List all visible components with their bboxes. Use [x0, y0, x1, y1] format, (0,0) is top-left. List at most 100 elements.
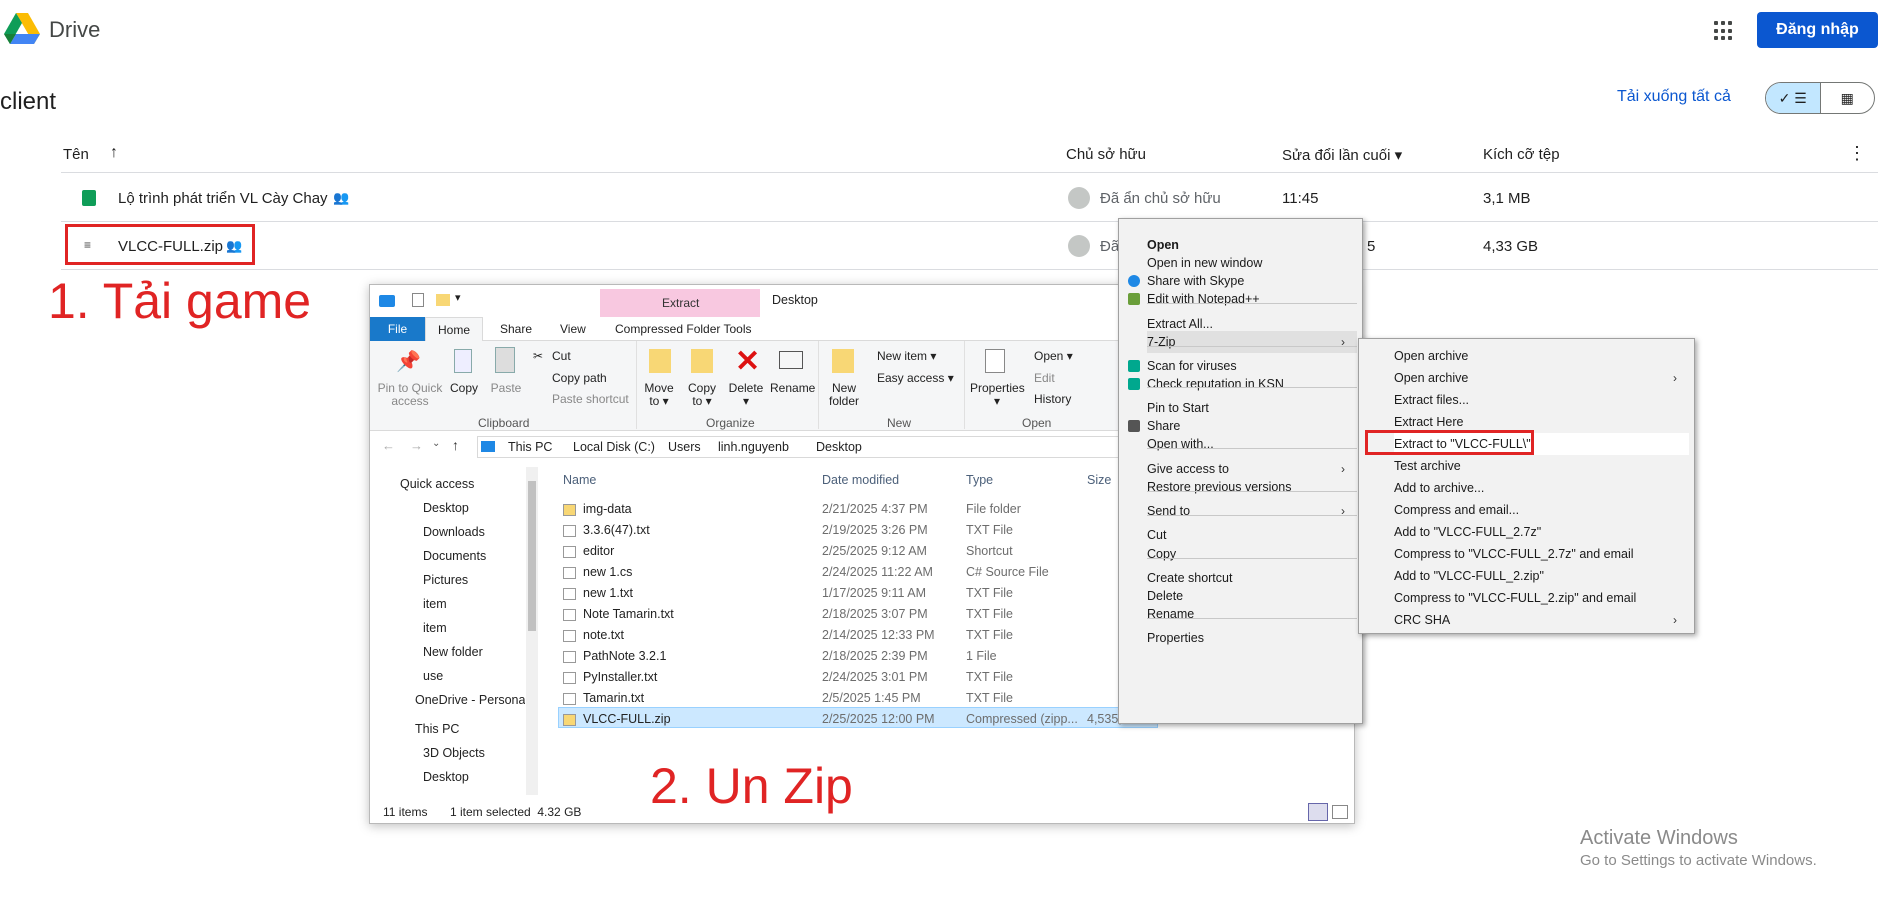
more-options-icon[interactable]: ⋮ — [1848, 143, 1866, 164]
list-view-icon[interactable]: ✓ ☰ — [1766, 83, 1821, 113]
col-date[interactable]: Date modified — [822, 473, 899, 487]
nav-this-pc[interactable]: This PC — [415, 722, 459, 736]
file-name[interactable]: VLCC-FULL.zip — [583, 712, 671, 726]
submenu-item[interactable]: Compress to "VLCC-FULL_2.7z" and email — [1394, 543, 1689, 565]
nav-quick-access[interactable]: Quick access — [400, 477, 474, 491]
tab-share[interactable]: Share — [500, 322, 532, 336]
properties-qa-icon[interactable] — [412, 293, 424, 307]
new-folder-button[interactable]: New folder — [824, 382, 864, 408]
tab-file[interactable]: File — [370, 317, 425, 341]
nav-item[interactable]: item — [423, 597, 447, 611]
submenu-item[interactable]: Test archive — [1394, 455, 1689, 477]
nav-3d-objects[interactable]: 3D Objects — [423, 746, 485, 760]
paste-button[interactable]: Paste — [488, 382, 524, 395]
nav-onedrive[interactable]: OneDrive - Personal — [415, 693, 525, 707]
details-view-icon[interactable] — [1308, 803, 1328, 821]
edit-button[interactable]: Edit — [1034, 371, 1055, 385]
context-item[interactable]: Properties — [1147, 627, 1357, 649]
login-button[interactable]: Đăng nhập — [1757, 12, 1878, 48]
grid-view-icon[interactable]: ▦ — [1821, 83, 1875, 113]
sevenzip-submenu[interactable]: Open archive Open archive › Extract files..… — [1358, 338, 1695, 634]
context-item[interactable]: Edit with Notepad++ — [1147, 288, 1357, 310]
view-toggle[interactable]: ✓ ☰ ▦ — [1765, 82, 1875, 114]
crumb[interactable]: Desktop — [816, 440, 862, 454]
context-item[interactable]: Open with... — [1147, 433, 1357, 455]
col-size[interactable]: Size — [1087, 473, 1111, 487]
drive-logo-icon[interactable] — [4, 13, 40, 45]
easy-access-button[interactable]: Easy access ▾ — [877, 371, 954, 385]
recent-dropdown-icon[interactable]: ⌄ — [432, 438, 440, 449]
file-name[interactable]: PyInstaller.txt — [583, 670, 657, 684]
crumb[interactable]: linh.nguyenb — [718, 440, 789, 454]
download-all-link[interactable]: Tải xuống tất cả — [1617, 88, 1731, 106]
context-item[interactable]: Rename — [1147, 603, 1357, 625]
file-name[interactable]: Lộ trình phát triển VL Cày Chay — [118, 190, 328, 207]
back-icon[interactable]: ← — [382, 438, 395, 453]
apps-grid-icon[interactable] — [1714, 21, 1734, 41]
nav-desktop[interactable]: Desktop — [423, 501, 469, 515]
col-name[interactable]: Name — [563, 473, 596, 487]
file-name[interactable]: editor — [583, 544, 614, 558]
submenu-item[interactable]: Compress and email... — [1394, 499, 1689, 521]
copy-button[interactable]: Copy — [448, 382, 480, 395]
context-item[interactable]: Copy — [1147, 543, 1357, 565]
col-name-header[interactable]: Tên — [63, 146, 89, 163]
context-item[interactable]: Restore previous versions — [1147, 476, 1357, 498]
properties-button[interactable]: Properties ▾ — [970, 382, 1025, 408]
tiles-view-icon[interactable] — [1332, 805, 1348, 819]
submenu-item[interactable]: Add to "VLCC-FULL_2.7z" — [1394, 521, 1689, 543]
file-name[interactable]: PathNote 3.2.1 — [583, 649, 666, 663]
new-item-button[interactable]: New item ▾ — [877, 349, 936, 363]
tab-home[interactable]: Home — [425, 317, 483, 342]
sort-arrow-icon[interactable]: ↑ — [110, 144, 118, 162]
nav-new-folder[interactable]: New folder — [423, 645, 483, 659]
col-type[interactable]: Type — [966, 473, 993, 487]
submenu-item[interactable]: Add to "VLCC-FULL_2.zip" — [1394, 565, 1689, 587]
submenu-item[interactable]: Compress to "VLCC-FULL_2.zip" and email — [1394, 587, 1689, 609]
file-name[interactable]: Tamarin.txt — [583, 691, 644, 705]
nav-desktop[interactable]: Desktop — [423, 770, 469, 784]
submenu-item[interactable]: CRC SHA › — [1394, 609, 1689, 631]
nav-item[interactable]: item — [423, 621, 447, 635]
copy-path-button[interactable]: Copy path — [552, 371, 607, 385]
cut-button[interactable]: Cut — [552, 349, 571, 363]
open-button[interactable]: Open ▾ — [1034, 349, 1073, 363]
nav-downloads[interactable]: Downloads — [423, 525, 485, 539]
submenu-item[interactable]: Add to archive... — [1394, 477, 1689, 499]
copy-to-button[interactable]: Copy to ▾ — [682, 382, 722, 408]
move-to-button[interactable]: Move to ▾ — [640, 382, 678, 408]
submenu-item[interactable]: Open archive › — [1394, 367, 1689, 389]
history-button[interactable]: History — [1034, 392, 1071, 406]
tab-view[interactable]: View — [560, 322, 586, 336]
file-name[interactable]: new 1.txt — [583, 586, 633, 600]
file-name[interactable]: 3.3.6(47).txt — [583, 523, 650, 537]
file-name[interactable]: Note Tamarin.txt — [583, 607, 674, 621]
submenu-item[interactable]: Extract files... — [1394, 389, 1689, 411]
crumb[interactable]: This PC — [508, 440, 552, 454]
rename-button[interactable]: Rename — [770, 382, 815, 395]
up-icon[interactable]: ↑ — [452, 437, 459, 453]
tab-compressed-tools[interactable]: Compressed Folder Tools — [615, 322, 752, 336]
qa-dropdown-icon[interactable]: ▾ — [455, 291, 461, 304]
drive-brand[interactable]: Drive — [49, 17, 100, 43]
address-bar[interactable]: This PC Local Disk (C:) Users linh.nguye… — [477, 436, 1197, 458]
crumb[interactable]: Users — [668, 440, 701, 454]
crumb[interactable]: Local Disk (C:) — [573, 440, 655, 454]
file-name[interactable]: note.txt — [583, 628, 624, 642]
context-item[interactable]: Check reputation in KSN — [1147, 373, 1357, 395]
nav-documents[interactable]: Documents — [423, 549, 486, 563]
col-modified-header[interactable]: Sửa đổi lần cuối ▾ — [1282, 146, 1402, 164]
file-name[interactable]: new 1.cs — [583, 565, 632, 579]
submenu-item[interactable]: Open archive — [1394, 345, 1689, 367]
context-menu[interactable]: Open Open in new window Share with Skype Ed… — [1118, 218, 1363, 724]
scroll-thumb[interactable] — [528, 481, 536, 631]
nav-scrollbar[interactable] — [526, 467, 538, 795]
context-item[interactable]: Send to › — [1147, 500, 1357, 522]
nav-pictures[interactable]: Pictures — [423, 573, 468, 587]
context-item[interactable]: 7-Zip › — [1147, 331, 1357, 353]
folder-qa-icon[interactable] — [436, 294, 450, 306]
pin-quick-access-button[interactable]: Pin to Quick access — [374, 382, 446, 408]
delete-button[interactable]: Delete ▾ — [726, 382, 766, 408]
nav-use[interactable]: use — [423, 669, 443, 683]
forward-icon[interactable]: → — [410, 438, 423, 453]
